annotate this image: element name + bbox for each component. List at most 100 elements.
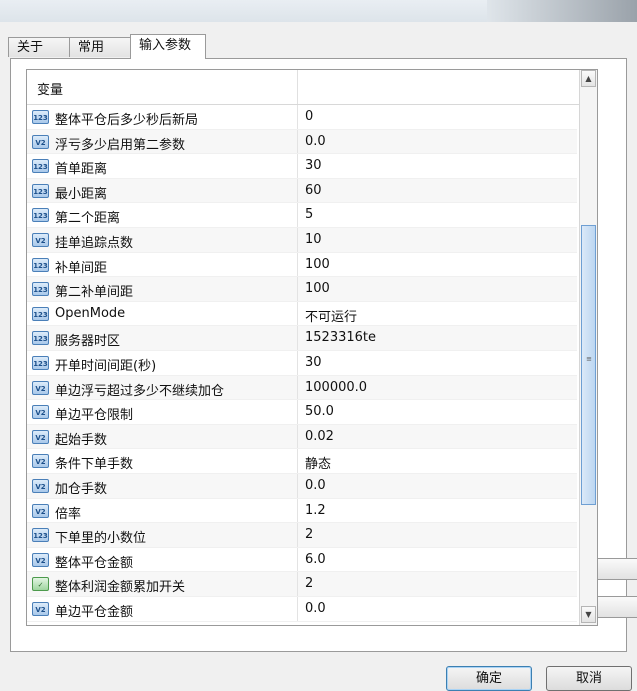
parameter-row[interactable]: V2 倍率 1.2: [27, 498, 577, 524]
parameter-value[interactable]: 10: [305, 232, 322, 247]
scroll-down-button[interactable]: ▼: [581, 606, 596, 623]
parameter-row[interactable]: 123 OpenMode 不可运行: [27, 301, 577, 327]
column-divider: [297, 547, 298, 572]
parameter-row[interactable]: V2 浮亏多少启用第二参数 0.0: [27, 129, 577, 155]
parameter-value[interactable]: 100: [305, 281, 330, 296]
column-divider: [297, 351, 298, 375]
parameter-name: 首单距离: [55, 162, 108, 178]
parameter-name: 单边浮亏超过多少不继续加仓: [55, 383, 225, 399]
column-divider: [297, 572, 298, 596]
parameter-row[interactable]: 123 下单里的小数位 2: [27, 523, 577, 548]
int-icon: 123: [32, 306, 49, 321]
parameter-name: 整体平仓金额: [55, 555, 134, 571]
parameter-name: 服务器时区: [55, 334, 121, 350]
parameter-value[interactable]: 0.0: [305, 134, 326, 149]
double-icon: V2: [32, 454, 49, 469]
double-icon: V2: [32, 479, 49, 493]
parameter-value[interactable]: 0: [305, 109, 313, 124]
column-divider: [297, 228, 298, 252]
parameter-row[interactable]: 123 补单间距 100: [27, 252, 577, 278]
double-icon: V2: [32, 134, 49, 149]
parameter-name: 单边平仓金额: [55, 605, 134, 620]
parameter-name: 起始手数: [55, 432, 108, 448]
parameter-name: 开单时间间距(秒): [55, 359, 157, 374]
scrollbar-thumb[interactable]: ≡: [581, 225, 596, 505]
load-button[interactable]: [597, 558, 637, 580]
grid-header: 变量: [27, 70, 597, 105]
double-icon: V2: [32, 233, 49, 247]
parameter-row[interactable]: V2 单边平仓金额 0.0: [27, 597, 577, 622]
column-divider: [297, 277, 298, 301]
parameter-name: 第二个距离: [55, 211, 121, 227]
column-divider: [297, 375, 298, 400]
parameter-value[interactable]: 1523316te: [305, 330, 376, 345]
column-divider: [297, 449, 298, 473]
column-variable-header[interactable]: 变量: [37, 79, 63, 98]
parameter-name: 倍率: [55, 506, 82, 522]
parameter-value[interactable]: 50.0: [305, 404, 334, 419]
parameter-row[interactable]: V2 单边平仓限制 50.0: [27, 400, 577, 425]
parameter-value[interactable]: 静态: [305, 453, 331, 472]
titlebar-shade: [487, 0, 637, 22]
parameter-row[interactable]: V2 单边浮亏超过多少不继续加仓 100000.0: [27, 375, 577, 401]
parameter-row[interactable]: V2 起始手数 0.02: [27, 424, 577, 450]
save-button[interactable]: [597, 596, 637, 618]
double-icon: V2: [32, 380, 49, 395]
parameter-name: OpenMode: [55, 305, 126, 321]
double-icon: V2: [32, 602, 49, 616]
parameter-row[interactable]: V2 条件下单手数 静态: [27, 449, 577, 474]
column-divider: [297, 129, 298, 154]
parameter-row[interactable]: V2 加仓手数 0.0: [27, 474, 577, 499]
column-divider: [297, 301, 298, 326]
parameter-row[interactable]: 123 整体平仓后多少秒后新局 0: [27, 105, 577, 130]
parameter-row[interactable]: 123 第二个距离 5: [27, 203, 577, 228]
parameter-row[interactable]: 123 第二补单间距 100: [27, 277, 577, 302]
column-divider: [297, 498, 298, 523]
scroll-up-button[interactable]: ▲: [581, 70, 596, 87]
parameter-name: 单边平仓限制: [55, 408, 134, 424]
int-icon: 123: [32, 356, 49, 370]
parameter-row[interactable]: 123 最小距离 60: [27, 178, 577, 204]
expert-properties-dialog: 关于 常用 输入参数 变量 123 整体平仓后多少秒后新局 0 V2 浮亏多少启用第二参…: [0, 22, 637, 691]
parameter-value[interactable]: 6.0: [305, 552, 326, 567]
parameter-value[interactable]: 60: [305, 183, 322, 198]
parameter-value[interactable]: 0.0: [305, 601, 326, 616]
tab-common[interactable]: 常用: [69, 37, 131, 57]
parameter-value[interactable]: 30: [305, 355, 322, 370]
parameter-value[interactable]: 2: [305, 576, 313, 591]
parameter-name: 补单间距: [55, 260, 108, 276]
vertical-scrollbar[interactable]: ▲ ≡ ▼: [579, 70, 597, 625]
bool-icon: ✓: [32, 577, 49, 592]
parameter-name: 下单里的小数位: [55, 531, 147, 547]
parameter-row[interactable]: 123 开单时间间距(秒) 30: [27, 351, 577, 376]
parameter-value[interactable]: 0.0: [305, 478, 326, 493]
parameter-value[interactable]: 2: [305, 527, 313, 542]
parameter-row[interactable]: 123 服务器时区 1523316te: [27, 326, 577, 351]
parameter-value[interactable]: 100000.0: [305, 380, 367, 395]
parameter-name: 最小距离: [55, 186, 108, 202]
int-icon: 123: [32, 183, 49, 198]
int-icon: 123: [32, 257, 49, 272]
parameter-row[interactable]: V2 挂单追踪点数 10: [27, 228, 577, 253]
parameter-row[interactable]: ✓ 整体利润金额累加开关 2: [27, 572, 577, 597]
parameter-value[interactable]: 30: [305, 158, 322, 173]
tab-about[interactable]: 关于: [8, 37, 70, 57]
int-icon: 123: [32, 282, 49, 297]
column-divider: [297, 154, 298, 178]
parameter-value[interactable]: 0.02: [305, 429, 334, 444]
parameter-name: 整体平仓后多少秒后新局: [55, 113, 199, 128]
inputs-panel: 变量 123 整体平仓后多少秒后新局 0 V2 浮亏多少启用第二参数 0.0 123 首单距离…: [10, 58, 627, 652]
int-icon: 123: [32, 208, 49, 223]
parameter-value[interactable]: 5: [305, 207, 313, 222]
parameter-value[interactable]: 100: [305, 257, 330, 272]
cancel-button[interactable]: 取消: [546, 666, 632, 691]
ok-button[interactable]: 确定: [446, 666, 532, 691]
parameter-row[interactable]: V2 整体平仓金额 6.0: [27, 547, 577, 573]
parameter-name: 浮亏多少启用第二参数: [55, 137, 186, 153]
tab-inputs[interactable]: 输入参数: [130, 34, 206, 59]
int-icon: 123: [32, 110, 49, 124]
int-icon: 123: [32, 331, 49, 346]
parameter-value[interactable]: 不可运行: [305, 306, 357, 325]
parameter-row[interactable]: 123 首单距离 30: [27, 154, 577, 179]
parameter-value[interactable]: 1.2: [305, 503, 326, 518]
